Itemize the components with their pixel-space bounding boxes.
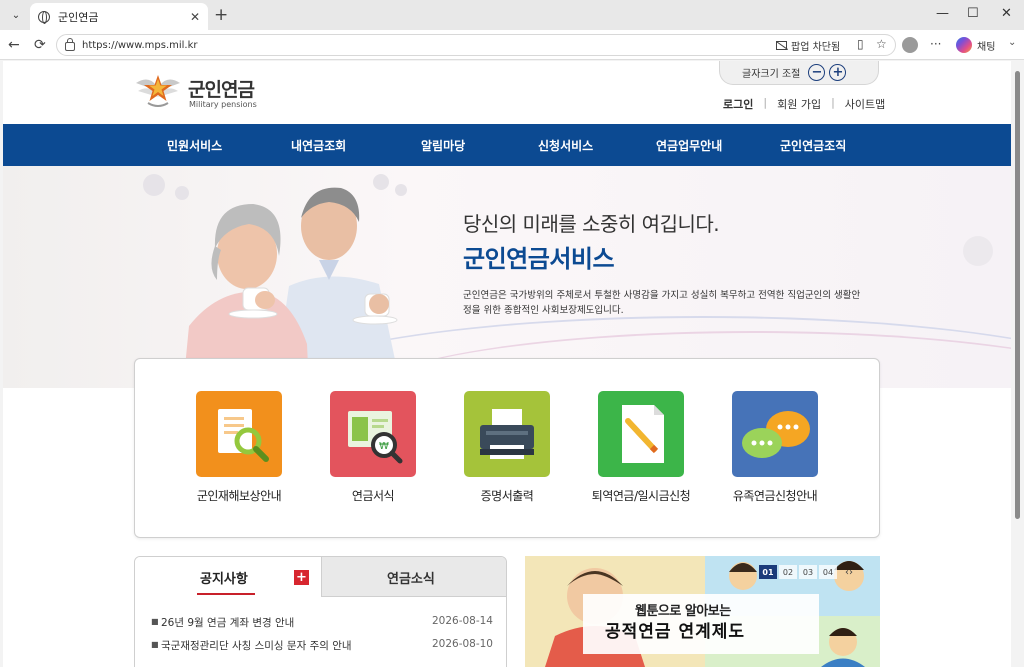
popup-blocked-indicator[interactable]: 팝업 차단됨 — [776, 38, 840, 53]
tab-notices-label: 공지사항 — [200, 572, 248, 587]
list-item[interactable]: ■ 26년 9월 연금 계좌 변경 안내 2026-08-14 — [151, 615, 493, 630]
tab-list-chevron-icon[interactable]: ⌄ — [6, 6, 26, 24]
banner-line2: 공적연금 연계제도 — [605, 622, 746, 642]
notice-board: 공지사항 + 연금소식 ■ 26년 9월 연금 계좌 변경 안내 2026-08… — [134, 556, 507, 667]
hero-title: 군인연금서비스 — [463, 245, 615, 273]
quick-menu-panel: 군인재해보상안내 ₩ 연금서식 증명서출력 퇴역연금/일시금신청 유족연금신청안… — [134, 358, 880, 538]
url-field[interactable]: https://www.mps.mil.kr — [56, 34, 896, 56]
reading-view-icon[interactable]: ▯ — [857, 37, 864, 51]
quick-certificate-print[interactable]: 증명서출력 — [442, 391, 572, 504]
banner-pager: 01 02 03 04 ‹ › — [759, 565, 853, 579]
web-page: 군인연금 Military pensions 글자크기 조절 − + 로그인 |… — [3, 61, 1011, 667]
page-scrollbar[interactable] — [1011, 61, 1024, 667]
minimize-icon[interactable]: — — [936, 6, 949, 21]
tab-title: 군인연금 — [58, 10, 99, 24]
notice-date: 2026-08-14 — [431, 615, 493, 627]
browser-tab-bar: ⌄ 군인연금 ✕ + — ☐ ✕ — [0, 0, 1024, 30]
more-notices-button[interactable]: + — [294, 570, 309, 585]
quick-label: 군인재해보상안내 — [196, 489, 282, 503]
tab-pension-news[interactable]: 연금소식 — [321, 557, 506, 597]
bullet-icon: ■ — [151, 640, 159, 649]
active-tab-underline — [197, 593, 255, 595]
favorite-star-icon[interactable]: ☆ — [876, 37, 887, 51]
signup-link[interactable]: 회원 가입 — [777, 96, 821, 112]
scrollbar-thumb[interactable] — [1015, 71, 1020, 519]
svg-text:₩: ₩ — [379, 441, 389, 452]
chat-chevron-icon[interactable]: ⌄ — [1008, 37, 1016, 48]
font-size-label: 글자크기 조절 — [742, 69, 801, 80]
login-link[interactable]: 로그인 — [723, 96, 753, 112]
logo-title: 군인연금 — [188, 79, 255, 101]
document-search-icon — [196, 391, 282, 477]
quick-label: 증명서출력 — [480, 489, 534, 503]
back-arrow-icon[interactable]: ← — [8, 37, 20, 53]
nav-organization[interactable]: 군인연금조직 — [780, 137, 846, 154]
next-arrow-icon[interactable]: › — [849, 567, 853, 578]
quick-retirement-application[interactable]: 퇴역연금/일시금신청 — [576, 391, 706, 504]
logo-subtitle: Military pensions — [189, 100, 257, 109]
lock-icon — [65, 37, 75, 51]
font-decrease-button[interactable]: − — [808, 64, 826, 81]
quick-disaster-compensation[interactable]: 군인재해보상안내 — [174, 391, 304, 504]
tab-pension-news-label: 연금소식 — [387, 572, 435, 587]
quick-label: 연금서식 — [351, 489, 395, 503]
globe-icon — [38, 10, 50, 24]
senior-couple-illustration — [183, 187, 401, 388]
quick-label: 유족연금신청안내 — [732, 489, 818, 503]
chat-label[interactable]: 채팅 — [977, 38, 995, 53]
main-navigation: 민원서비스 내연금조회 알림마당 신청서비스 연금업무안내 군인연금조직 — [3, 124, 1011, 166]
list-item[interactable]: ■ 국군재정관리단 사칭 스미싱 문자 주의 안내 2026-08-10 — [151, 638, 493, 653]
browser-tab[interactable]: 군인연금 ✕ — [30, 3, 208, 30]
divider: | — [831, 96, 835, 109]
notice-title: 26년 9월 연금 계좌 변경 안내 — [161, 617, 295, 629]
close-window-icon[interactable]: ✕ — [1001, 6, 1012, 21]
nav-my-pension[interactable]: 내연금조회 — [291, 137, 346, 154]
nav-notices[interactable]: 알림마당 — [421, 137, 465, 154]
quick-pension-forms[interactable]: ₩ 연금서식 — [308, 391, 438, 504]
tab-notices[interactable]: 공지사항 + — [135, 557, 321, 597]
hero-heading: 당신의 미래를 소중히 여깁니다. — [463, 212, 720, 236]
pager-arrows[interactable]: ‹ › — [845, 565, 853, 579]
new-tab-plus-icon[interactable]: + — [214, 5, 228, 25]
profile-avatar[interactable] — [902, 37, 918, 53]
nav-pension-guide[interactable]: 연금업무안내 — [656, 137, 722, 154]
pager-04[interactable]: 04 — [819, 565, 837, 579]
url-text: https://www.mps.mil.kr — [82, 39, 198, 51]
form-search-icon: ₩ — [330, 391, 416, 477]
utility-links: 로그인 | 회원 가입 | 사이트맵 — [723, 96, 885, 112]
hero-banner: 당신의 미래를 소중히 여깁니다. 군인연금서비스 군인연금은 국가방위의 주체… — [3, 166, 1011, 388]
site-logo[interactable]: 군인연금 Military pensions — [134, 69, 264, 111]
nav-application[interactable]: 신청서비스 — [538, 137, 593, 154]
pager-03[interactable]: 03 — [799, 565, 817, 579]
popup-blocked-icon — [776, 41, 787, 50]
sitemap-link[interactable]: 사이트맵 — [845, 96, 885, 112]
webtoon-banner[interactable]: 웹툰으로 알아보는 공적연금 연계제도 01 02 03 04 ‹ › — [525, 556, 880, 667]
reload-icon[interactable]: ⟳ — [34, 37, 46, 53]
address-toolbar: ← ⟳ https://www.mps.mil.kr — [0, 30, 1024, 60]
divider: | — [763, 96, 768, 109]
close-tab-icon[interactable]: ✕ — [190, 10, 200, 24]
copilot-icon[interactable] — [956, 37, 972, 53]
font-increase-button[interactable]: + — [829, 64, 847, 81]
maximize-icon[interactable]: ☐ — [967, 6, 979, 21]
more-options-icon[interactable]: ··· — [930, 37, 941, 51]
chat-bubbles-icon — [732, 391, 818, 477]
document-pen-icon — [598, 391, 684, 477]
hero-description: 군인연금은 국가방위의 주체로서 투철한 사명감을 가지고 성실히 복무하고 전… — [463, 290, 861, 316]
popup-blocked-label: 팝업 차단됨 — [791, 42, 841, 53]
font-size-control: 글자크기 조절 − + — [719, 61, 879, 85]
nav-civil-service[interactable]: 민원서비스 — [167, 137, 222, 154]
quick-label: 퇴역연금/일시금신청 — [591, 489, 691, 503]
notice-date: 2026-08-10 — [431, 638, 493, 650]
bullet-icon: ■ — [151, 617, 159, 626]
printer-icon — [464, 391, 550, 477]
emblem-icon — [136, 75, 180, 107]
pager-02[interactable]: 02 — [779, 565, 797, 579]
pager-01[interactable]: 01 — [759, 565, 777, 579]
notice-title: 국군재정관리단 사칭 스미싱 문자 주의 안내 — [161, 640, 352, 652]
quick-survivor-pension[interactable]: 유족연금신청안내 — [710, 391, 840, 504]
